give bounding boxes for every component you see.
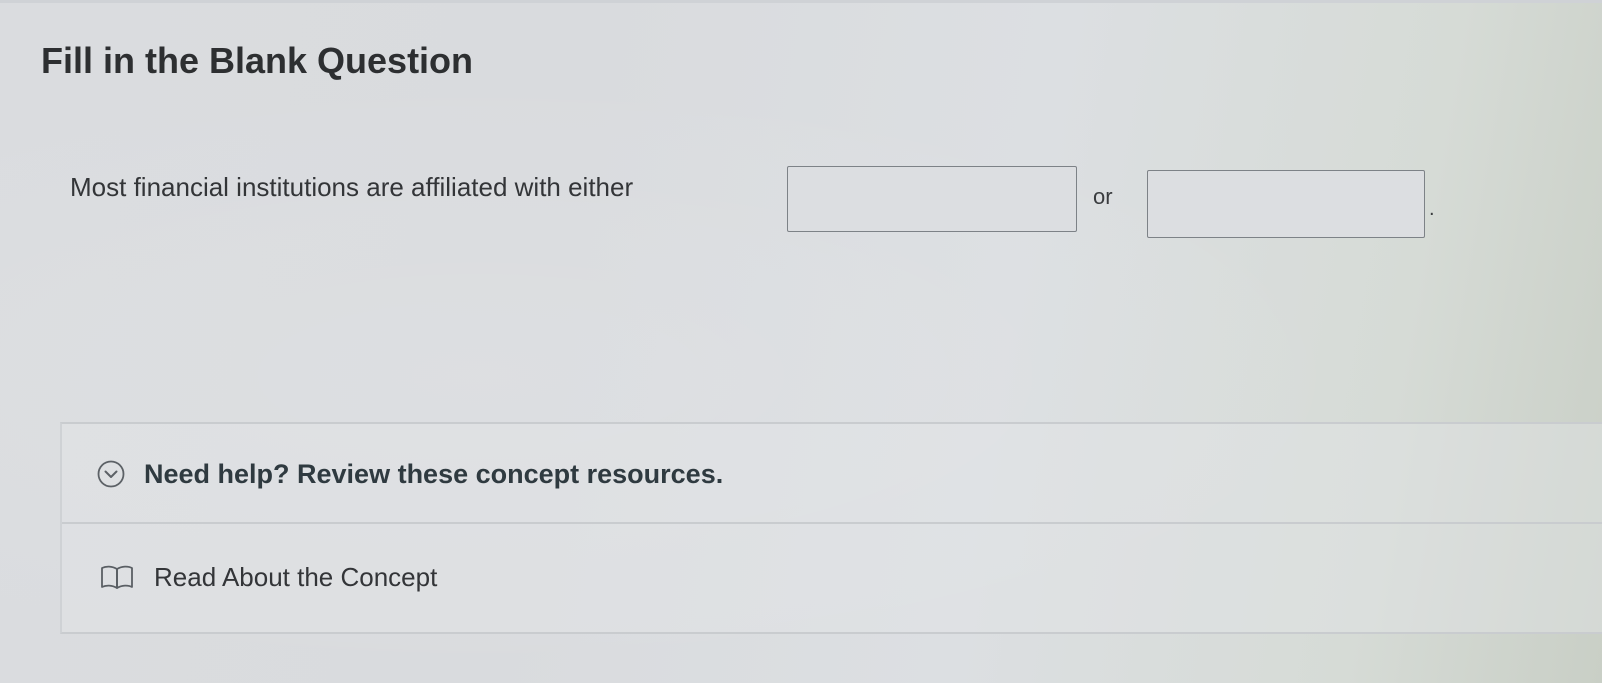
- question-body: Most financial institutions are affiliat…: [70, 160, 1490, 240]
- connector-text: or: [1093, 184, 1113, 209]
- question-prompt: Most financial institutions are affiliat…: [70, 172, 634, 202]
- chevron-down-circle-icon: [97, 460, 125, 488]
- resource-label: Read About the Concept: [154, 562, 438, 592]
- page-title: Fill in the Blank Question: [41, 40, 474, 81]
- help-panel: Need help? Review these concept resource…: [60, 422, 1602, 634]
- top-divider: [0, 0, 1602, 3]
- help-toggle-label: Need help? Review these concept resource…: [144, 459, 724, 489]
- book-icon: [101, 565, 133, 589]
- resource-read-concept[interactable]: Read About the Concept: [62, 536, 1602, 622]
- blank-input-1[interactable]: [787, 166, 1077, 232]
- help-toggle[interactable]: Need help? Review these concept resource…: [62, 424, 1602, 524]
- blank-input-2[interactable]: [1147, 170, 1425, 238]
- end-punctuation: .: [1429, 198, 1435, 220]
